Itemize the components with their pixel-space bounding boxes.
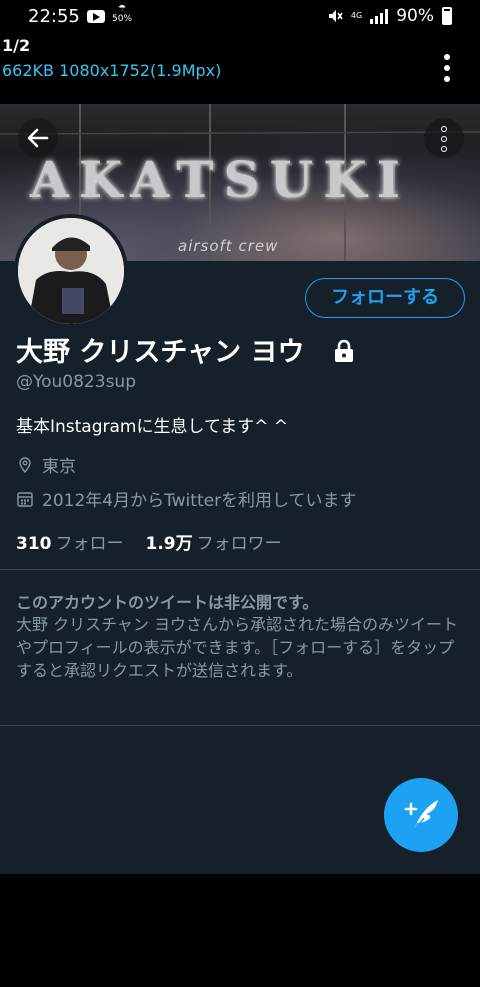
join-date-row: 2012年4月からTwitterを利用しています xyxy=(16,486,357,511)
youtube-icon xyxy=(87,10,105,23)
calendar-icon xyxy=(17,491,33,507)
profile-avatar[interactable] xyxy=(14,214,128,328)
compose-tweet-button[interactable] xyxy=(384,778,458,852)
location-pin-icon xyxy=(19,456,31,473)
following-count: 310 xyxy=(16,534,52,554)
followers-label: フォロワー xyxy=(196,534,282,554)
battery-icon xyxy=(442,7,452,25)
profile-screenshot: AKATSUKI airsoft crew フォローする 大野 クリスチャン ヨ… xyxy=(0,104,480,874)
display-name: 大野 クリスチャン ヨウ xyxy=(16,337,305,368)
more-options-icon xyxy=(441,126,447,152)
lock-icon xyxy=(335,339,353,362)
back-button[interactable] xyxy=(18,118,58,158)
following-label: フォロー xyxy=(55,534,124,554)
status-bar: 22:55 ☂ 50% 4G 90% xyxy=(0,0,480,34)
location-row: 東京 xyxy=(16,452,76,477)
followers-link[interactable]: 1.9万 フォロワー xyxy=(146,529,282,554)
rain-indicator: ☂ 50% xyxy=(112,4,132,24)
signal-icon xyxy=(370,8,389,24)
battery-percent: 90% xyxy=(396,6,434,26)
divider xyxy=(0,569,480,570)
protected-notice-body: 大野 クリスチャン ヨウさんから承認された場合のみツイートやプロフィールの表示が… xyxy=(16,615,459,680)
protected-notice-title: このアカウントのツイートは非公開です。 xyxy=(16,593,319,612)
following-link[interactable]: 310 フォロー xyxy=(16,529,124,554)
follow-button[interactable]: フォローする xyxy=(305,278,465,318)
viewer-more-icon[interactable] xyxy=(444,54,450,82)
network-type: 4G xyxy=(350,11,363,20)
banner-logo-text: AKATSUKI xyxy=(30,150,411,209)
compose-feather-icon xyxy=(404,800,438,831)
image-file-info: 662KB 1080x1752(1.9Mpx) xyxy=(2,61,222,80)
follow-counts: 310 フォロー 1.9万 フォロワー xyxy=(16,529,282,554)
profile-bio: 基本Instagramに生息してます^ ^ xyxy=(16,417,289,437)
rain-percent: 50% xyxy=(112,14,133,24)
banner-subtitle: airsoft crew xyxy=(178,237,279,255)
umbrella-icon: ☂ xyxy=(117,4,127,14)
image-counter: 1/2 xyxy=(2,36,31,55)
profile-more-button[interactable] xyxy=(424,118,464,158)
divider xyxy=(0,725,480,726)
back-arrow-icon xyxy=(27,128,49,148)
status-time: 22:55 xyxy=(28,6,80,27)
location-text: 東京 xyxy=(42,457,76,477)
avatar-photo xyxy=(18,218,124,324)
mute-icon xyxy=(328,10,343,22)
followers-count: 1.9万 xyxy=(145,534,193,554)
user-handle: @You0823sup xyxy=(16,372,136,392)
join-date-text: 2012年4月からTwitterを利用しています xyxy=(42,491,357,511)
